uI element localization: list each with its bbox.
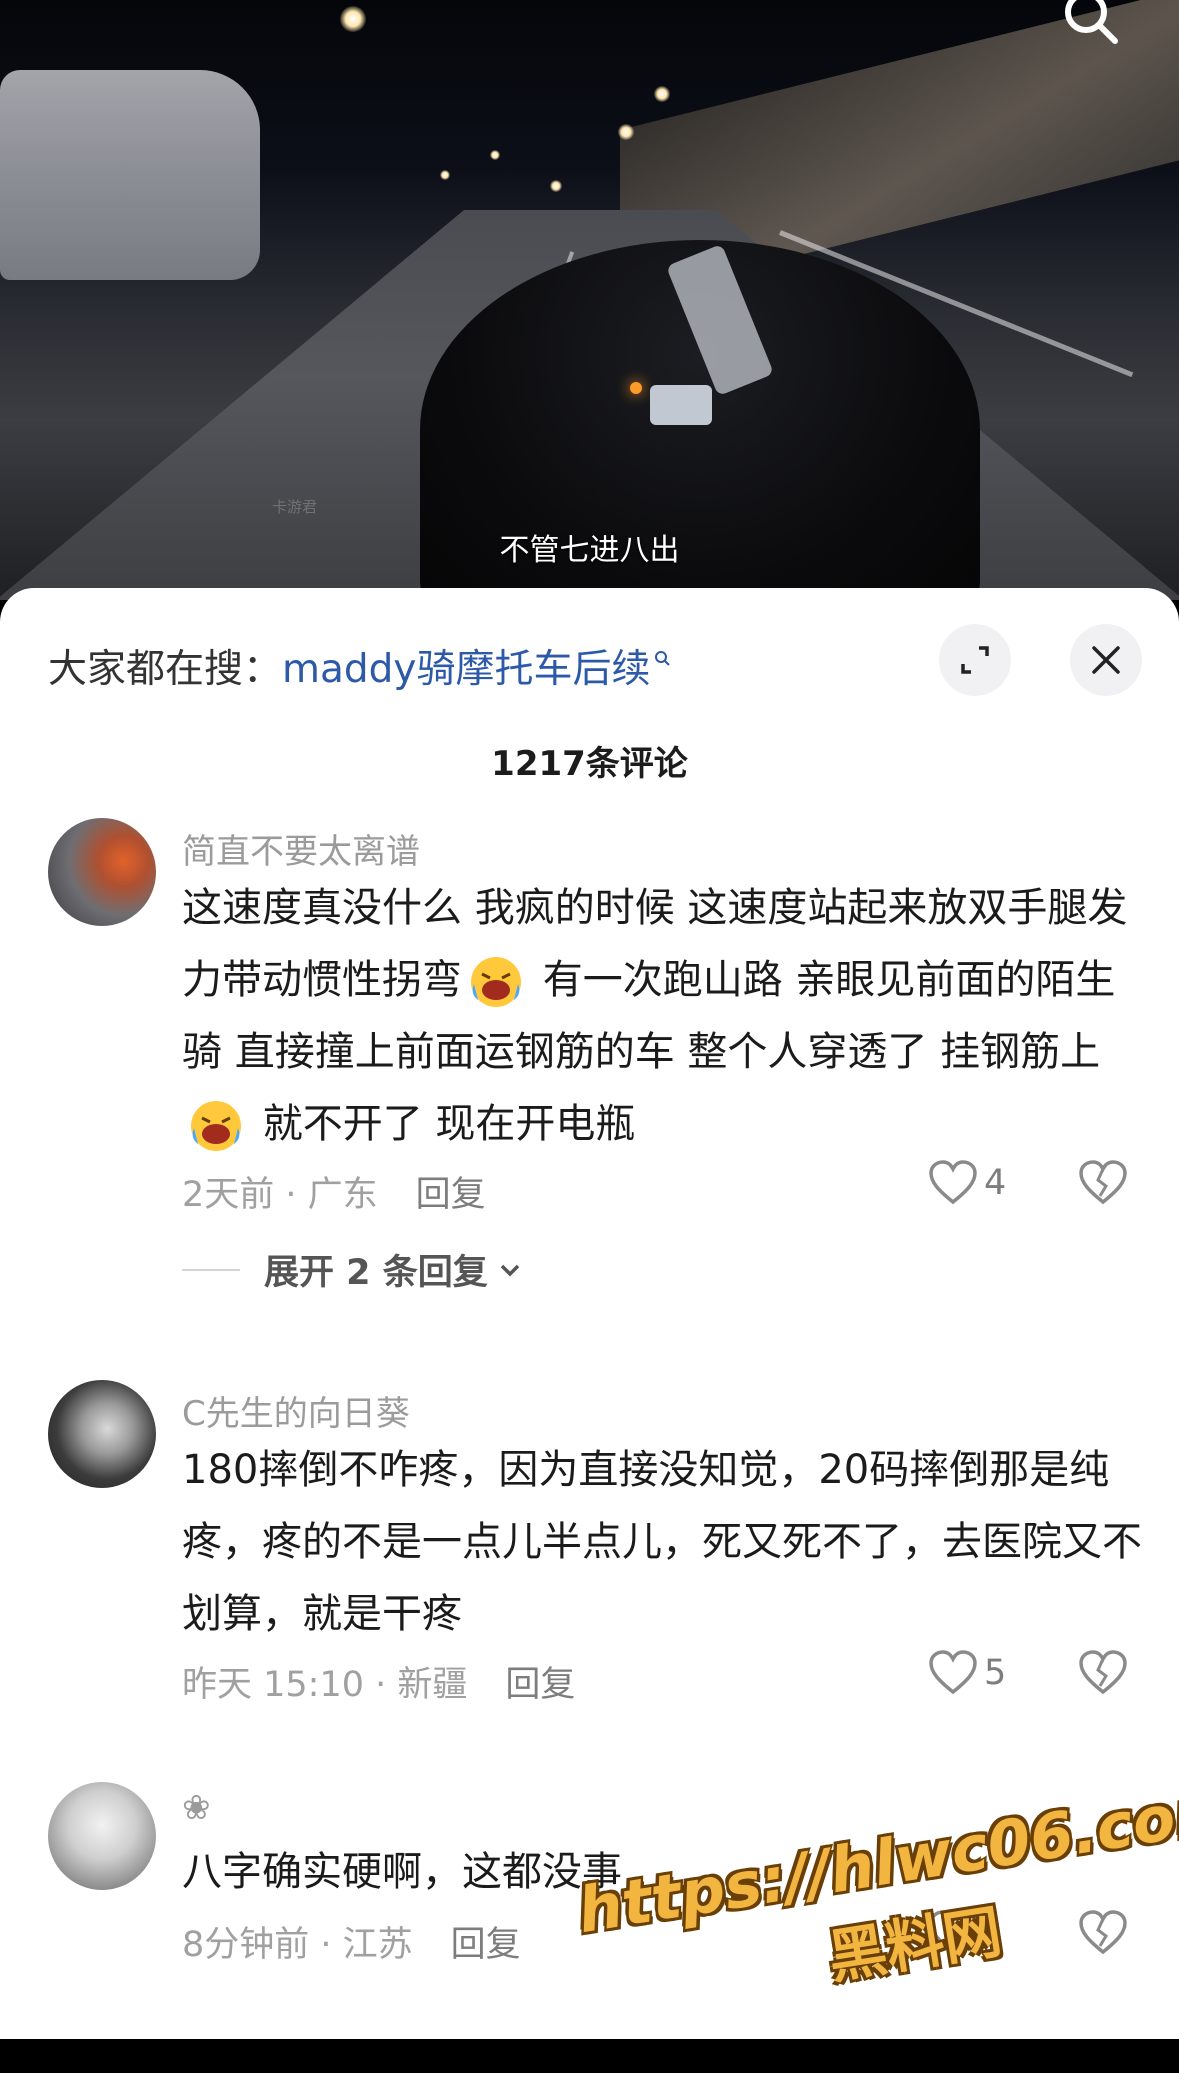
heart-icon: [929, 1910, 977, 1955]
hot-search-keyword[interactable]: maddy骑摩托车后续: [282, 647, 650, 692]
city-light: [440, 170, 450, 180]
broken-heart-icon: [1079, 1160, 1127, 1205]
street-light: [654, 86, 670, 102]
broken-heart-icon: [1079, 1650, 1127, 1695]
indicator-light: [630, 382, 642, 394]
comment-username[interactable]: C先生的向日葵: [182, 1386, 410, 1435]
dislike-button[interactable]: [1078, 1160, 1128, 1210]
hot-search-bar[interactable]: 大家都在搜：maddy骑摩托车后续: [48, 638, 671, 694]
reply-button[interactable]: 回复: [416, 1175, 486, 1215]
video-watermark: 卡游君: [272, 498, 318, 516]
expand-replies-label: 展开 2 条回复: [264, 1253, 488, 1293]
comment-time-location: 昨天 15:10 · 新疆: [182, 1665, 468, 1705]
comment-count: 1217条评论: [491, 744, 688, 784]
expand-panel-button[interactable]: [939, 624, 1011, 696]
broken-heart-icon: [1079, 1910, 1127, 1955]
traffic-light: [550, 180, 562, 192]
comment-username[interactable]: ❀: [182, 1788, 211, 1828]
dislike-button[interactable]: [1078, 1910, 1128, 1960]
fullscreen-icon: [961, 646, 989, 674]
heart-icon: [929, 1160, 977, 1205]
reply-button[interactable]: 回复: [505, 1665, 575, 1705]
comment-text: 180摔倒不咋疼，因为直接没知觉，20码摔倒那是纯疼，疼的不是一点儿半点儿，死又…: [182, 1447, 1142, 1637]
street-light: [618, 124, 634, 140]
comment-text-part: 就不开了 现在开电瓶: [250, 1101, 636, 1147]
like-count: 4: [984, 1163, 1007, 1203]
like-count: 5: [984, 1653, 1007, 1693]
city-light: [490, 150, 500, 160]
heart-icon: [929, 1650, 977, 1695]
divider: [182, 1268, 240, 1271]
like-button[interactable]: [928, 1910, 984, 1956]
comment-text: 八字确实硬啊，这都没事: [182, 1849, 622, 1895]
avatar[interactable]: [48, 1782, 156, 1890]
comment-time-location: 8分钟前 · 江苏: [182, 1925, 413, 1965]
search-icon: [1065, 0, 1118, 44]
like-button[interactable]: 4: [928, 1160, 1006, 1206]
car-left: [0, 70, 260, 280]
video-subtitle: 不管七进八出: [499, 533, 680, 568]
close-button[interactable]: [1070, 624, 1142, 696]
close-icon: [1092, 646, 1120, 674]
laugh-cry-emoji-icon: [471, 957, 521, 1007]
search-icon: [654, 651, 670, 666]
dashboard-display: [650, 385, 712, 425]
search-button[interactable]: [1060, 0, 1120, 52]
comment-panel: 大家都在搜：maddy骑摩托车后续 1217条评论 简直不要太离谱 这速度真没什…: [0, 588, 1179, 2039]
street-light: [340, 6, 366, 32]
comment-meta: 2天前 · 广东 回复: [182, 1166, 486, 1217]
video-player[interactable]: 卡游君 不管七进八出: [0, 0, 1179, 600]
reply-button[interactable]: 回复: [451, 1925, 521, 1965]
comment-time-location: 2天前 · 广东: [182, 1175, 378, 1215]
like-button[interactable]: 5: [928, 1650, 1006, 1696]
avatar[interactable]: [48, 818, 156, 926]
chevron-down-icon: [500, 1264, 519, 1276]
comment-text: 这速度真没什么 我疯的时候 这速度站起来放双手腿发力带动惯性拐弯 有一次跑山路 …: [182, 872, 1142, 1160]
laugh-cry-emoji-icon: [191, 1101, 241, 1151]
hot-search-prefix: 大家都在搜：: [48, 647, 283, 692]
expand-replies-button[interactable]: 展开 2 条回复: [182, 1244, 524, 1295]
comment-meta: 昨天 15:10 · 新疆 回复: [182, 1656, 575, 1707]
dislike-button[interactable]: [1078, 1650, 1128, 1700]
avatar[interactable]: [48, 1380, 156, 1488]
comment-username[interactable]: 简直不要太离谱: [182, 824, 420, 873]
comment-meta: 8分钟前 · 江苏 回复: [182, 1916, 521, 1967]
